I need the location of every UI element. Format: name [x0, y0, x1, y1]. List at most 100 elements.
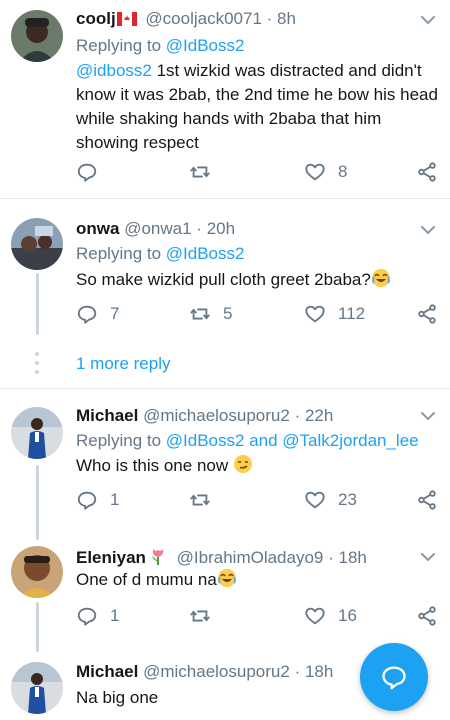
- chevron-down-icon[interactable]: [418, 547, 438, 567]
- avatar[interactable]: [11, 10, 63, 62]
- reply-icon: [77, 607, 97, 626]
- reply-bubble-icon: [382, 666, 406, 690]
- separator-dot: ·: [196, 219, 202, 238]
- heart-icon: [305, 607, 325, 625]
- joy-emoji-icon: [371, 269, 390, 287]
- timestamp[interactable]: 22h: [305, 406, 333, 425]
- compose-reply-button[interactable]: [360, 643, 428, 711]
- tweet-text: Who is this one now: [76, 454, 442, 478]
- display-name[interactable]: Michael: [76, 662, 138, 681]
- share-icon: [418, 162, 436, 182]
- reply-count: 7: [110, 304, 120, 323]
- replying-to: Replying to @IdBoss2: [76, 35, 244, 57]
- reply-count: 1: [110, 606, 120, 625]
- reply-button[interactable]: 1: [76, 604, 119, 628]
- mention-link[interactable]: @idboss2: [76, 61, 152, 80]
- thread-dots: [35, 352, 39, 379]
- reply-target-link[interactable]: @IdBoss2: [166, 36, 245, 55]
- chevron-down-icon[interactable]: [418, 220, 438, 240]
- joy-emoji-icon: [217, 569, 236, 587]
- retweet-count: 5: [223, 304, 233, 323]
- retweet-icon: [190, 610, 210, 622]
- reply-count: 1: [110, 490, 120, 509]
- action-bar: 7 5 112: [76, 302, 446, 326]
- reply-button[interactable]: [76, 160, 110, 184]
- user-handle[interactable]: @cooljack0071: [145, 9, 262, 28]
- timestamp[interactable]: 18h: [305, 662, 333, 681]
- tweet-body: Na big one: [76, 688, 159, 707]
- separator-dot: ·: [328, 548, 334, 567]
- separator-dot: ·: [266, 9, 273, 28]
- separator-dot: ·: [294, 662, 301, 681]
- tweet-eleniyan[interactable]: Eleniyan @IbrahimOladayo9 · 18h One of d…: [0, 540, 450, 652]
- retweet-icon: [190, 166, 210, 178]
- reply-target-link[interactable]: @IdBoss2 and @Talk2jordan_lee: [166, 431, 419, 450]
- share-icon: [418, 304, 436, 324]
- reply-icon: [77, 163, 97, 182]
- avatar[interactable]: [11, 546, 63, 598]
- share-button[interactable]: [416, 302, 438, 326]
- tweet-text: @idboss2 1st wizkid was distracted and d…: [76, 59, 442, 155]
- replying-to-prefix: Replying to: [76, 36, 166, 55]
- tweet-coolj[interactable]: coolj @cooljack0071 · 8h Replying to @Id…: [0, 0, 450, 198]
- user-handle[interactable]: @onwa1: [124, 219, 191, 238]
- like-count: 16: [338, 606, 357, 625]
- tweet-body: One of d mumu na: [76, 570, 217, 589]
- display-name[interactable]: onwa: [76, 219, 119, 238]
- tweet-text: So make wizkid pull cloth greet 2baba?: [76, 268, 442, 292]
- tweet-michael[interactable]: Michael @michaelosuporu2 · 22h Replying …: [0, 400, 450, 540]
- action-bar: 8: [76, 160, 446, 184]
- like-button[interactable]: 23: [304, 488, 357, 512]
- display-name[interactable]: coolj: [76, 9, 116, 28]
- chevron-down-icon[interactable]: [418, 10, 438, 30]
- retweet-button[interactable]: 5: [189, 302, 232, 326]
- heart-icon: [305, 491, 325, 509]
- avatar[interactable]: [11, 407, 63, 459]
- avatar[interactable]: [11, 662, 63, 714]
- user-handle[interactable]: @michaelosuporu2: [143, 662, 290, 681]
- retweet-icon: [190, 494, 210, 506]
- replying-to: Replying to @IdBoss2: [76, 243, 244, 265]
- tweet-body: Who is this one now: [76, 456, 233, 475]
- share-icon: [418, 490, 436, 510]
- chevron-down-icon[interactable]: [418, 406, 438, 426]
- like-count: 23: [338, 490, 357, 509]
- retweet-button[interactable]: [189, 160, 223, 184]
- avatar[interactable]: [11, 218, 63, 270]
- user-handle[interactable]: @IbrahimOladayo9: [177, 548, 324, 567]
- retweet-button[interactable]: [189, 488, 223, 512]
- retweet-icon: [190, 308, 210, 320]
- action-bar: 1 23: [76, 488, 446, 512]
- smirk-emoji-icon: [233, 455, 252, 473]
- heart-icon: [305, 305, 325, 323]
- share-button[interactable]: [416, 604, 438, 628]
- reply-icon: [77, 491, 97, 510]
- like-count: 8: [338, 162, 348, 181]
- timestamp[interactable]: 18h: [339, 548, 367, 567]
- like-button[interactable]: 112: [304, 302, 365, 326]
- tulip-emoji-icon: [151, 549, 164, 565]
- reply-button[interactable]: 1: [76, 488, 119, 512]
- share-button[interactable]: [416, 488, 438, 512]
- share-button[interactable]: [416, 160, 438, 184]
- more-replies-link[interactable]: 1 more reply: [76, 354, 170, 374]
- action-bar: 1 16: [76, 604, 446, 628]
- tweet-onwa[interactable]: onwa @onwa1 · 20h Replying to @IdBoss2 S…: [0, 210, 450, 340]
- like-button[interactable]: 16: [304, 604, 357, 628]
- like-button[interactable]: 8: [304, 160, 347, 184]
- timestamp[interactable]: 8h: [277, 9, 296, 28]
- display-name[interactable]: Michael: [76, 406, 138, 425]
- timestamp[interactable]: 20h: [207, 219, 235, 238]
- display-name[interactable]: Eleniyan: [76, 548, 146, 567]
- tweet-text: One of d mumu na: [76, 568, 442, 592]
- reply-button[interactable]: 7: [76, 302, 119, 326]
- replying-to: Replying to @IdBoss2 and @Talk2jordan_le…: [76, 430, 419, 452]
- divider: [0, 198, 450, 199]
- reply-target-link[interactable]: @IdBoss2: [166, 244, 245, 263]
- replying-to-prefix: Replying to: [76, 244, 166, 263]
- retweet-button[interactable]: [189, 604, 223, 628]
- user-handle[interactable]: @michaelosuporu2: [143, 406, 290, 425]
- share-icon: [418, 606, 436, 626]
- canada-flag-icon: [116, 10, 137, 32]
- tweet-body: So make wizkid pull cloth greet 2baba?: [76, 270, 371, 289]
